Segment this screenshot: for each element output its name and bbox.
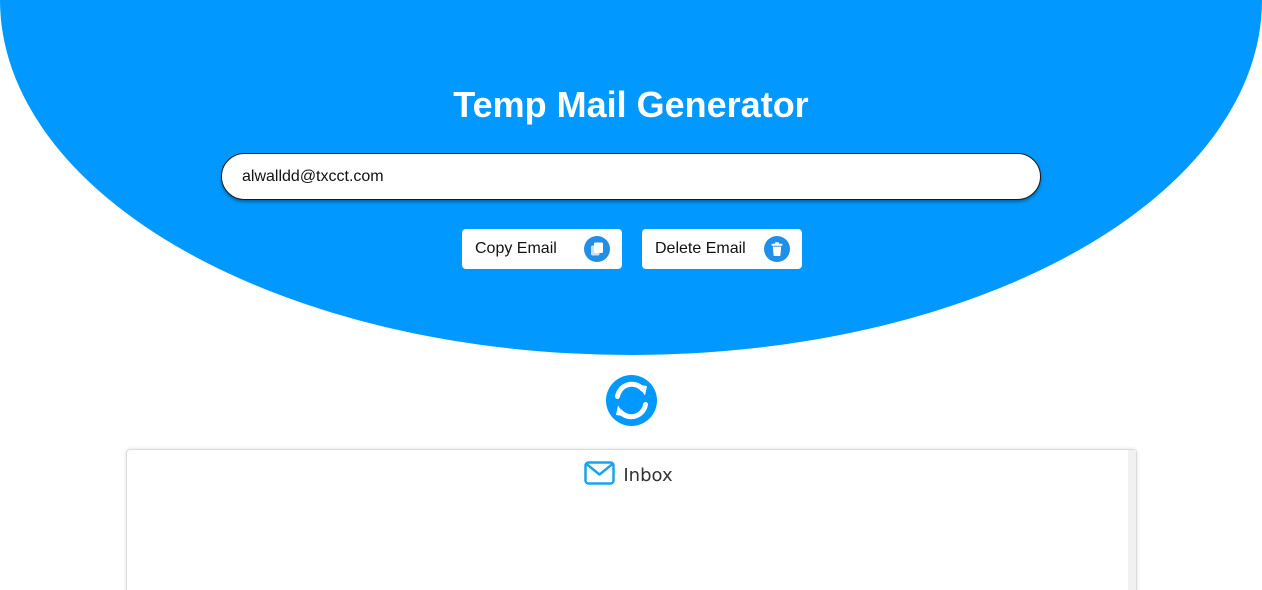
inbox-panel: Inbox	[126, 449, 1137, 590]
inbox-label: Inbox	[623, 465, 673, 486]
page-title: Temp Mail Generator	[453, 84, 809, 125]
refresh-icon[interactable]	[606, 375, 657, 426]
email-address-field[interactable]	[221, 153, 1041, 200]
copy-icon	[584, 236, 610, 262]
page: Temp Mail Generator Copy Email Delete Em…	[0, 0, 1262, 590]
envelope-icon	[584, 461, 616, 490]
delete-email-label: Delete Email	[655, 240, 746, 257]
delete-email-button[interactable]: Delete Email	[642, 229, 802, 269]
trash-icon	[764, 236, 790, 262]
copy-email-button[interactable]: Copy Email	[462, 229, 622, 269]
inbox-header: Inbox	[127, 461, 1130, 490]
copy-email-label: Copy Email	[475, 240, 557, 257]
